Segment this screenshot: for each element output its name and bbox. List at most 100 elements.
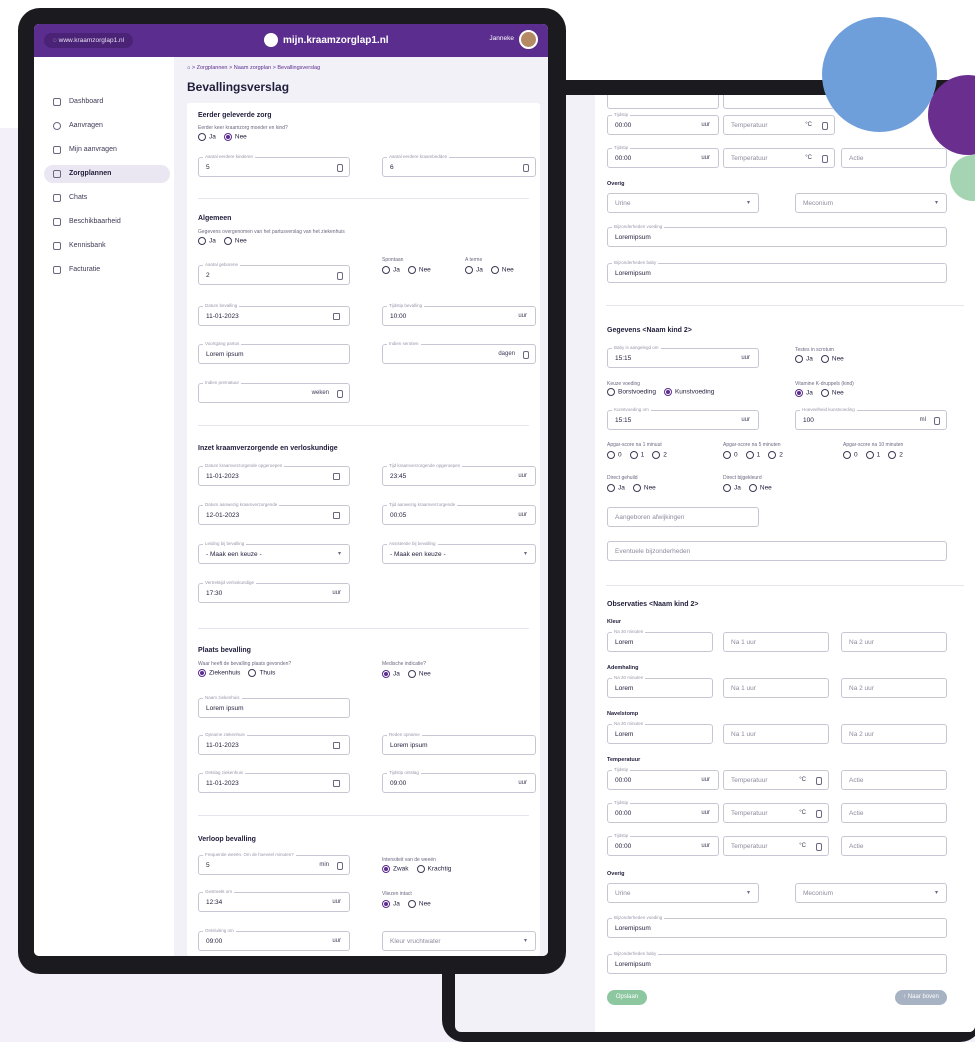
intensiteit-radio[interactable]: Zwak Krachtig bbox=[382, 865, 459, 873]
radio[interactable] bbox=[198, 133, 206, 141]
stepper-icon[interactable] bbox=[822, 122, 828, 130]
serotien-field[interactable]: Indien serotien dagen bbox=[382, 341, 536, 364]
home-icon[interactable]: ⌂ bbox=[187, 65, 190, 71]
kleur-1u-field[interactable]: Na 1 uur bbox=[723, 632, 829, 652]
overgenomen-radio[interactable]: Ja Nee bbox=[198, 237, 255, 245]
urine-select[interactable]: Urine ▾ bbox=[607, 883, 759, 903]
voeding-field[interactable]: Bijzonderheden voeding Loremipsum bbox=[607, 915, 947, 938]
bijgekleurd-radio[interactable]: Ja Nee bbox=[723, 484, 780, 492]
temperatuur-field[interactable]: Temperatuur °C bbox=[723, 770, 829, 790]
user-name[interactable]: Janneke bbox=[489, 35, 514, 42]
kleur-30-field[interactable]: Na 30 minuten Lorem bbox=[607, 629, 713, 652]
datum-aanwezig-field[interactable]: Datum aanwezig kraamverzorgende 12-01-202… bbox=[198, 502, 350, 525]
stepper-icon[interactable] bbox=[934, 417, 940, 425]
radio[interactable] bbox=[632, 484, 641, 492]
breadcrumb-item[interactable]: Bevallingsverslag bbox=[277, 65, 320, 71]
radio[interactable] bbox=[490, 266, 499, 274]
calendar-icon[interactable] bbox=[333, 742, 340, 749]
radio[interactable] bbox=[888, 451, 897, 459]
radio[interactable] bbox=[407, 900, 416, 908]
stepper-icon[interactable] bbox=[337, 272, 343, 280]
radio[interactable] bbox=[607, 451, 615, 459]
radio[interactable] bbox=[607, 388, 615, 396]
stepper-icon[interactable] bbox=[523, 164, 529, 172]
stepper-icon[interactable] bbox=[337, 164, 343, 172]
ontslag-field[interactable]: Ontslag ziekenhuis 11-01-2023 bbox=[198, 770, 350, 793]
datum-opgeroepen-field[interactable]: Datum kraamverzorgende opgeroepen 11-01-2… bbox=[198, 463, 350, 486]
stepper-icon[interactable] bbox=[816, 777, 822, 785]
breadcrumb-item[interactable]: Naam zorgplan bbox=[234, 65, 271, 71]
meconium-select[interactable]: Meconium ▾ bbox=[795, 193, 947, 213]
stepper-icon[interactable] bbox=[523, 351, 529, 359]
calendar-icon[interactable] bbox=[333, 313, 340, 320]
radio[interactable] bbox=[820, 355, 829, 363]
radio-selected[interactable] bbox=[198, 669, 206, 677]
stepper-icon[interactable] bbox=[337, 390, 343, 398]
radio-selected[interactable] bbox=[382, 865, 390, 873]
radio[interactable] bbox=[723, 484, 731, 492]
vitk-radio[interactable]: Ja Nee bbox=[795, 389, 852, 397]
radio[interactable] bbox=[198, 237, 206, 245]
radio[interactable] bbox=[843, 451, 851, 459]
navel-1u-field[interactable]: Na 1 uur bbox=[723, 724, 829, 744]
sidebar-item-chats[interactable]: Chats bbox=[44, 189, 170, 207]
kunstvoeding-om-field[interactable]: Kunstvoeding om 15:15 uur bbox=[607, 407, 759, 430]
meconium-select[interactable]: Meconium ▾ bbox=[795, 883, 947, 903]
navel-30-field[interactable]: Na 30 minuten Lorem bbox=[607, 721, 713, 744]
eerder-radio[interactable]: Ja Nee bbox=[198, 133, 255, 141]
gehuild-radio[interactable]: Ja Nee bbox=[607, 484, 664, 492]
sidebar-item-dashboard[interactable]: Dashboard bbox=[44, 93, 170, 111]
naam-ziekenhuis-field[interactable]: Naam ziekenhuis Lorem ipsum bbox=[198, 695, 350, 718]
assistentie-select[interactable]: Assistentie bij bevalling - Maak een keuz… bbox=[382, 541, 536, 564]
vliezen-radio[interactable]: Ja Nee bbox=[382, 900, 439, 908]
plaats-radio[interactable]: Ziekenhuis Thuis bbox=[198, 669, 283, 677]
temperatuur-field[interactable]: Temperatuur °C bbox=[723, 803, 829, 823]
ontsluiting-field[interactable]: Ontsluiting om 09:00 uur bbox=[198, 928, 350, 951]
aantal-kraambedden-field[interactable]: Aantal eerdere kraambedden 6 bbox=[382, 154, 536, 177]
radio[interactable] bbox=[607, 484, 615, 492]
radio[interactable] bbox=[723, 451, 731, 459]
adem-30-field[interactable]: Na 30 minuten Lorem bbox=[607, 675, 713, 698]
aantal-kinderen-field[interactable]: Aantal eerdere kinderen 5 bbox=[198, 154, 350, 177]
radio[interactable] bbox=[820, 389, 829, 397]
frequentie-field[interactable]: Frequentie weeën. Om de hoeveel minuten?… bbox=[198, 852, 350, 875]
radio[interactable] bbox=[865, 451, 874, 459]
actie-field[interactable]: Actie bbox=[841, 836, 947, 856]
baby-field[interactable]: Bijzonderheden baby Loremipsum bbox=[607, 260, 947, 283]
radio[interactable] bbox=[465, 266, 473, 274]
stepper-icon[interactable] bbox=[337, 862, 343, 870]
radio-selected[interactable] bbox=[663, 388, 672, 396]
avatar[interactable] bbox=[519, 30, 538, 49]
vertrektijd-field[interactable]: Vertrektijd verloskundige 17:30 uur bbox=[198, 580, 350, 603]
calendar-icon[interactable] bbox=[333, 512, 340, 519]
voeding-field[interactable]: Bijzonderheden voeding Loremipsum bbox=[607, 224, 947, 247]
temperatuur-field[interactable]: Temperatuur °C bbox=[723, 148, 835, 168]
radio[interactable] bbox=[416, 865, 425, 873]
temperatuur-field[interactable]: Temperatuur °C bbox=[723, 836, 829, 856]
tijdstip-field[interactable]: Tijdstip 00:00 uur bbox=[607, 800, 719, 823]
partial-field[interactable] bbox=[607, 95, 719, 109]
stepper-icon[interactable] bbox=[816, 843, 822, 851]
sidebar-item-kennisbank[interactable]: Kennisbank bbox=[44, 237, 170, 255]
tijdstip-bevalling-field[interactable]: Tijdstip bevalling 10:00 uur bbox=[382, 303, 536, 326]
stepper-icon[interactable] bbox=[822, 155, 828, 163]
radio[interactable] bbox=[223, 237, 232, 245]
tijdstip-field[interactable]: Tijdstip 00:00 uur bbox=[607, 112, 719, 135]
apgar10-radio[interactable]: 0 1 2 bbox=[843, 451, 911, 459]
baby-field[interactable]: Bijzonderheden baby Loremipsum bbox=[607, 951, 947, 974]
radio-selected[interactable] bbox=[382, 900, 390, 908]
radio[interactable] bbox=[748, 484, 757, 492]
radio[interactable] bbox=[768, 451, 777, 459]
testes-radio[interactable]: Ja Nee bbox=[795, 355, 852, 363]
actie-field[interactable]: Actie bbox=[841, 803, 947, 823]
tijd-opgeroepen-field[interactable]: Tijd kraamverzorgende opgeroepen 23:45 uur bbox=[382, 463, 536, 486]
sidebar-item-beschikbaarheid[interactable]: Beschikbaarheid bbox=[44, 213, 170, 231]
aantal-geborene-field[interactable]: Aantal geborene 2 bbox=[198, 262, 350, 285]
radio[interactable] bbox=[248, 669, 257, 677]
vruchtwater-select[interactable]: Kleur vruchtwater ▾ bbox=[382, 931, 536, 951]
calendar-icon[interactable] bbox=[333, 780, 340, 787]
voortgang-field[interactable]: Voortgang partus Lorem ipsum bbox=[198, 341, 350, 364]
partial-field[interactable] bbox=[723, 95, 835, 109]
sidebar-item-mijn-aanvragen[interactable]: Mijn aanvragen bbox=[44, 141, 170, 159]
save-button[interactable]: Opslaan bbox=[607, 990, 647, 1005]
